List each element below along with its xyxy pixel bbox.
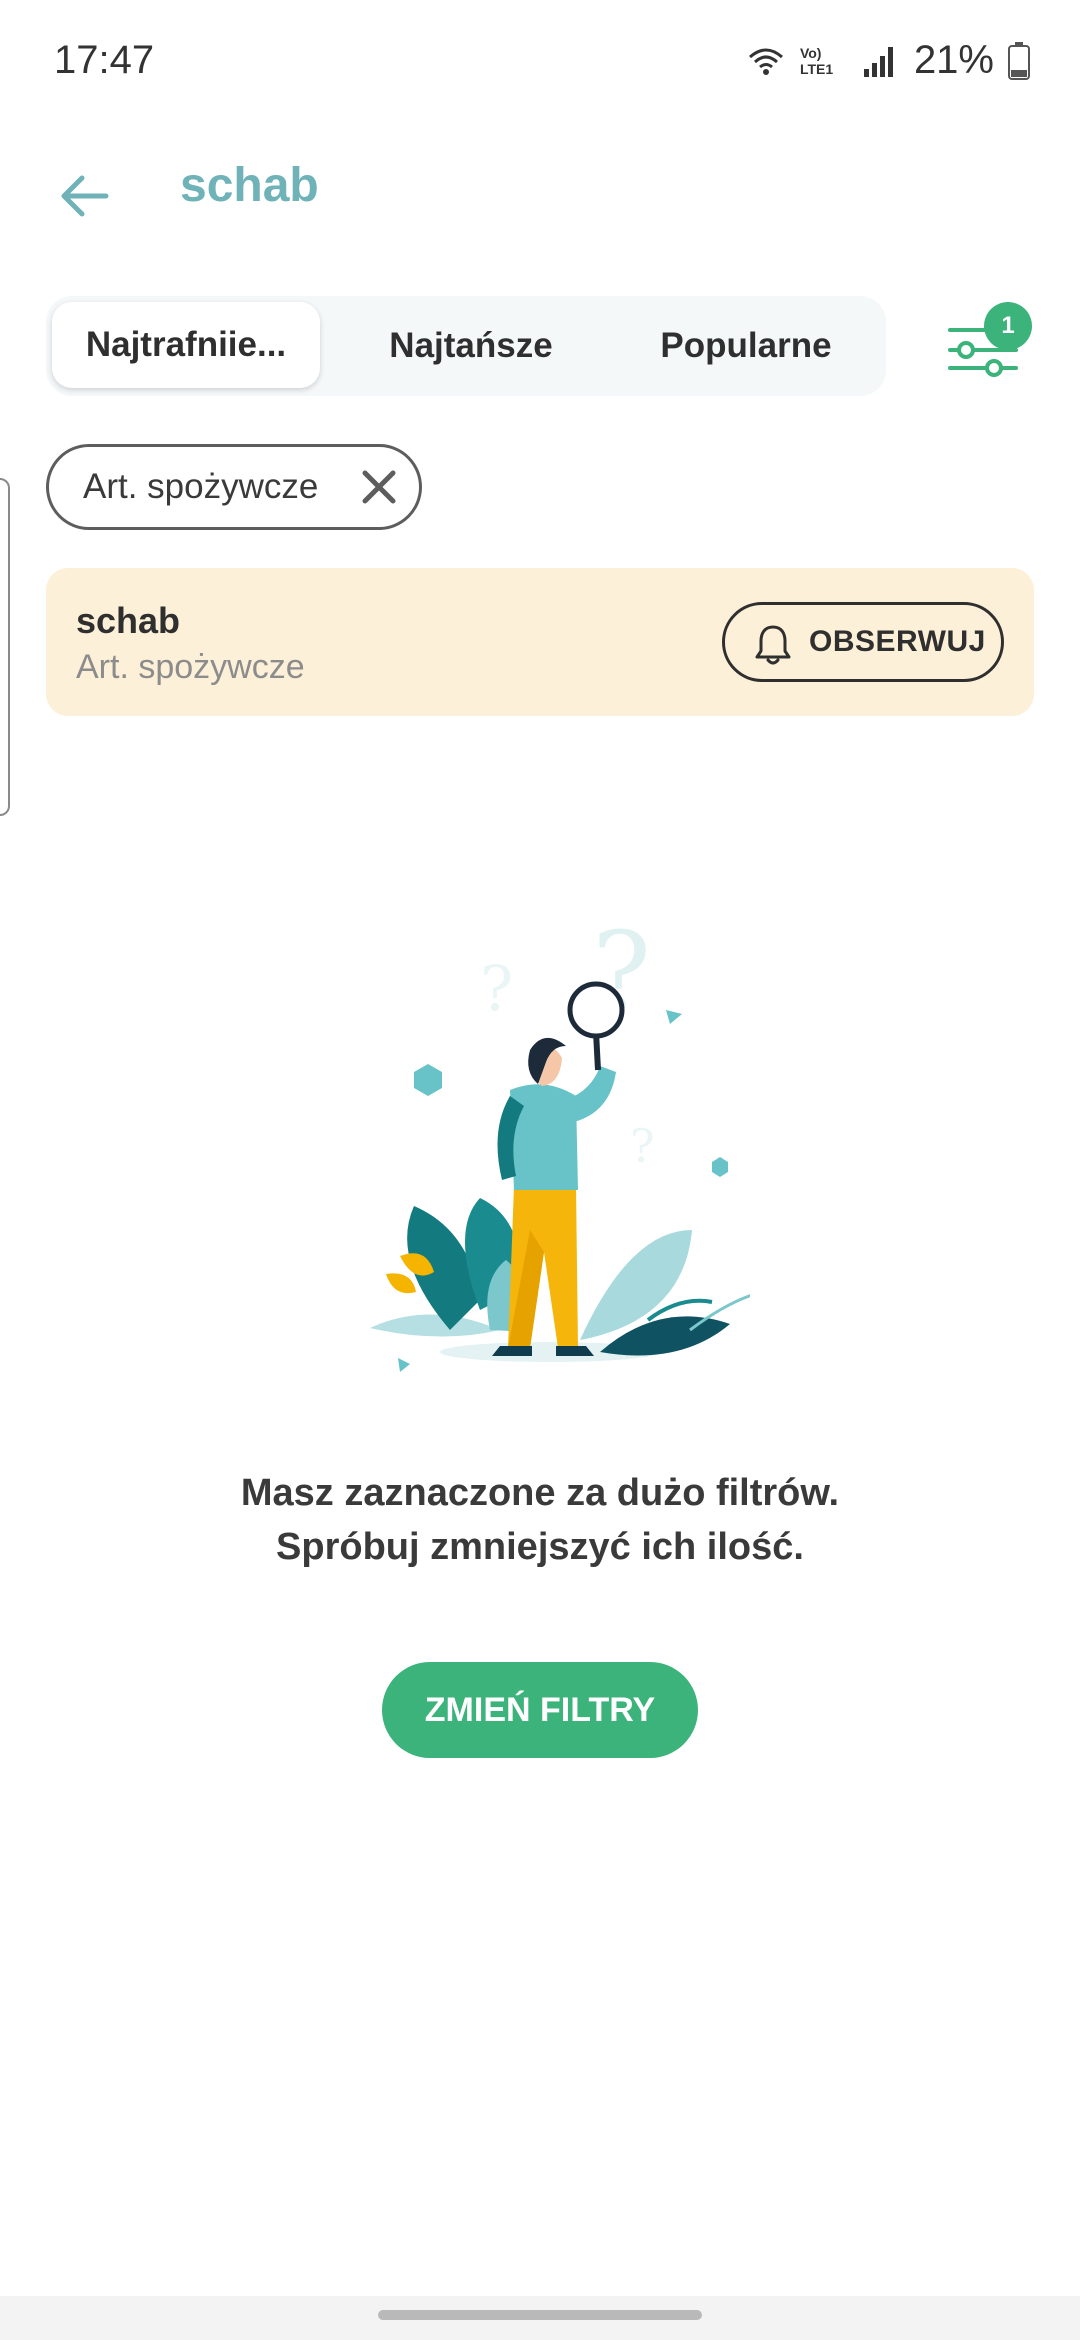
chip-label: Art. spożywcze (83, 467, 319, 506)
bell-icon (755, 625, 791, 665)
question-mark-icon: ? (630, 1119, 655, 1173)
filter-count-badge: 1 (984, 302, 1032, 350)
status-icons: Vo) LTE1 21% (746, 38, 1030, 83)
active-filter-chip[interactable]: Art. spożywcze (46, 444, 422, 530)
tab-cheapest[interactable]: Najtańsze (336, 296, 606, 396)
signal-icon (863, 46, 893, 77)
tab-relevance[interactable]: Najtrafniie... (52, 302, 320, 388)
observe-button[interactable]: OBSERWUJ (722, 602, 1004, 682)
home-gesture-pill[interactable] (378, 2310, 702, 2320)
volte-icon: Vo) LTE1 (799, 44, 834, 77)
wifi-icon (748, 48, 783, 75)
status-bar: 17:47 Vo) LTE1 21% (0, 0, 1080, 120)
close-icon[interactable] (359, 467, 399, 507)
battery-icon (1008, 41, 1030, 80)
edge-panel-handle[interactable] (0, 478, 10, 816)
empty-state-line-2: Spróbuj zmniejszyć ich ilość. (276, 1526, 804, 1568)
arrow-left-icon (61, 175, 109, 217)
tab-popular[interactable]: Popularne (616, 296, 876, 396)
empty-state-message: Masz zaznaczone za dużo filtrów. Spróbuj… (0, 1466, 1080, 1574)
alert-title: schab (76, 600, 181, 641)
system-nav-bar (0, 2296, 1080, 2340)
change-filters-button[interactable]: ZMIEŃ FILTRY (382, 1662, 698, 1758)
battery-percent: 21% (913, 38, 994, 82)
back-button[interactable] (48, 160, 120, 232)
search-person-illustration: ? ? ? (370, 908, 750, 1372)
alert-subtitle: Art. spożywcze (76, 648, 305, 686)
empty-state-line-1: Masz zaznaczone za dużo filtrów. (240, 1472, 840, 1514)
observe-label: OBSERWUJ (809, 625, 986, 658)
search-alert-card: schab Art. spożywcze OBSERWUJ (46, 568, 1034, 716)
page-title: schab (180, 159, 319, 212)
status-time: 17:47 (54, 38, 155, 82)
question-mark-icon: ? (480, 952, 513, 1025)
sort-tabs: Najtrafniie... Najtańsze Popularne (46, 296, 886, 396)
app-header: schab (0, 140, 1080, 250)
